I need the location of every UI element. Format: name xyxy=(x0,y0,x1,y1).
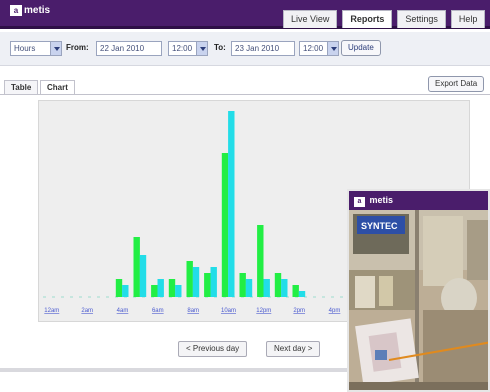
sign-text: SYNTEC xyxy=(361,221,398,231)
to-time-value: 12:00 xyxy=(303,44,324,53)
chevron-down-icon xyxy=(196,42,207,55)
from-date-input[interactable]: 22 Jan 2010 xyxy=(96,41,162,56)
bar-10am-s1 xyxy=(221,153,229,297)
from-time-value: 12:00 xyxy=(172,44,193,53)
logo-text: metis xyxy=(24,5,51,16)
previous-day-button[interactable]: < Previous day xyxy=(178,341,248,357)
camera-logo-text: metis xyxy=(369,195,394,205)
x-tick-label[interactable]: 12pm xyxy=(256,308,271,314)
to-date-value: 23 Jan 2010 xyxy=(235,44,280,53)
chevron-down-icon xyxy=(50,42,61,55)
bar-10am-s2 xyxy=(228,111,235,297)
from-time-select[interactable]: 12:00 xyxy=(168,41,208,56)
main-nav: Live View Reports Settings Help xyxy=(283,10,486,28)
bar-7am-s1 xyxy=(168,279,176,297)
bar-4am-s2 xyxy=(122,285,129,297)
logo-mark: a xyxy=(10,5,22,16)
logo-mark: a xyxy=(354,197,365,207)
tab-table[interactable]: Table xyxy=(4,80,39,95)
update-button[interactable]: Update xyxy=(341,40,381,56)
tab-settings[interactable]: Settings xyxy=(397,10,446,28)
bar-12pm-s2 xyxy=(263,279,270,297)
x-tick-label[interactable]: 6am xyxy=(152,308,164,314)
next-day-button[interactable]: Next day > xyxy=(266,341,321,357)
bar-2pm-s2 xyxy=(298,291,306,297)
bar-11am-s1 xyxy=(239,273,246,297)
period-value: Hours xyxy=(14,44,36,53)
x-tick-label[interactable]: 4pm xyxy=(329,308,341,314)
tab-reports[interactable]: Reports xyxy=(342,10,393,28)
bar-2pm-s1 xyxy=(292,285,299,297)
bar-1pm-s2 xyxy=(281,279,288,297)
tab-help[interactable]: Help xyxy=(450,10,486,28)
to-label: To: xyxy=(214,43,226,52)
tab-live-view[interactable]: Live View xyxy=(283,10,338,28)
bar-9am-s2 xyxy=(210,267,217,297)
x-tick-label[interactable]: 2am xyxy=(81,308,93,314)
bar-4am-s1 xyxy=(115,279,123,297)
from-label: From: xyxy=(66,43,89,52)
to-time-select[interactable]: 12:00 xyxy=(299,41,339,56)
bar-8am-s1 xyxy=(186,261,193,297)
bar-1pm-s1 xyxy=(274,273,282,297)
bar-7am-s2 xyxy=(175,285,182,297)
divider xyxy=(0,94,490,95)
bar-5am-s2 xyxy=(139,255,147,297)
to-date-input[interactable]: 23 Jan 2010 xyxy=(231,41,295,56)
x-tick-label[interactable]: 2pm xyxy=(293,308,305,314)
report-filters: Hours From: 22 Jan 2010 12:00 To: 23 Jan… xyxy=(0,32,490,66)
bar-6am-s1 xyxy=(151,285,158,297)
x-tick-label[interactable]: 8am xyxy=(187,308,199,314)
camera-image: SYNTEC xyxy=(349,210,488,390)
bar-8am-s2 xyxy=(192,267,200,297)
camera-header: a metis xyxy=(349,191,488,210)
app-header: a metis Live View Reports Settings Help xyxy=(0,0,490,29)
x-tick-label[interactable]: 10am xyxy=(221,308,236,314)
x-tick-label[interactable]: 12am xyxy=(44,308,59,314)
from-date-value: 22 Jan 2010 xyxy=(100,44,145,53)
export-data-button[interactable]: Export Data xyxy=(428,76,485,92)
bar-11am-s2 xyxy=(245,279,253,297)
bar-12pm-s1 xyxy=(257,225,264,297)
app-logo: a metis xyxy=(10,5,50,16)
bar-9am-s1 xyxy=(204,273,211,297)
tab-chart[interactable]: Chart xyxy=(40,80,75,95)
chevron-down-icon xyxy=(327,42,338,55)
period-select[interactable]: Hours xyxy=(10,41,62,56)
x-tick-label[interactable]: 4am xyxy=(117,308,129,314)
camera-snapshot-window[interactable]: a metis SYNTEC xyxy=(347,189,490,392)
bar-6am-s2 xyxy=(157,279,164,297)
bar-5am-s1 xyxy=(133,237,140,297)
